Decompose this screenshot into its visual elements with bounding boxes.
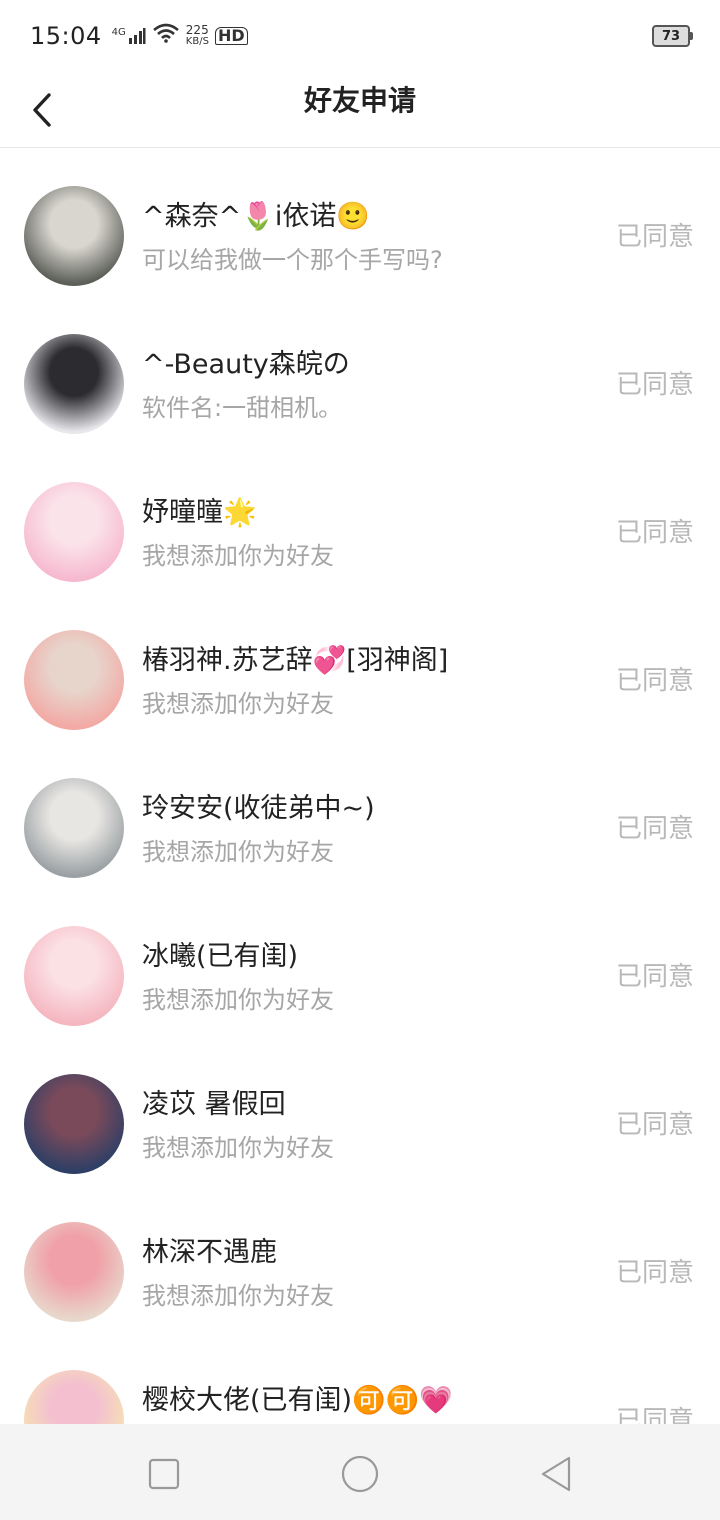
request-message: 我想添加你为好友 <box>142 986 334 1014</box>
friend-request-item[interactable]: ^-Beauty森皖の 软件名:一甜相机。 已同意 <box>0 298 720 446</box>
status-badge: 已同意 <box>615 666 694 696</box>
battery-icon: 73 <box>652 25 693 47</box>
status-badge: 已同意 <box>615 814 694 844</box>
navigation-bar <box>0 1424 720 1520</box>
status-badge: 已同意 <box>615 518 694 548</box>
request-message: 我想添加你为好友 <box>142 542 334 570</box>
avatar[interactable] <box>24 1222 124 1322</box>
friend-request-item[interactable]: ^森奈^🌷i依诺🙂 可以给我做一个那个手写吗? 已同意 <box>0 150 720 298</box>
hd-badge: HD <box>214 27 248 45</box>
status-badge: 已同意 <box>615 1110 694 1140</box>
network-speed: 225 KB/S <box>185 23 209 47</box>
status-bar: 15:04 4G 225 KB/S HD 73 <box>0 0 720 72</box>
battery-level: 73 <box>661 28 681 44</box>
friend-request-item[interactable]: 林深不遇鹿我想添加你为好友 已同意 <box>0 1186 720 1334</box>
avatar[interactable] <box>24 334 124 434</box>
square-icon <box>148 1458 180 1490</box>
status-badge: 已同意 <box>615 962 694 992</box>
requester-name: ^森奈^🌷i依诺🙂 <box>142 201 370 232</box>
status-badge: 已同意 <box>615 370 694 400</box>
network-speed-unit: KB/S <box>185 36 209 47</box>
friend-request-item[interactable]: 凌苡 暑假回我想添加你为好友 已同意 <box>0 1038 720 1186</box>
network-speed-value: 225 <box>185 23 209 37</box>
recent-apps-button[interactable] <box>142 1452 186 1496</box>
request-message: 我想添加你为好友 <box>142 690 334 718</box>
signal-icon: 4G <box>112 27 146 45</box>
requester-name: 妤曈曈🌟 <box>142 497 257 528</box>
status-badge: 已同意 <box>615 222 694 252</box>
page-header: 好友申请 <box>0 72 720 148</box>
back-button[interactable] <box>30 82 74 138</box>
status-bar-left: 15:04 4G 225 KB/S HD <box>30 22 248 50</box>
request-message: 我想添加你为好友 <box>142 838 334 866</box>
avatar[interactable] <box>24 186 124 286</box>
friend-request-list: ^森奈^🌷i依诺🙂 可以给我做一个那个手写吗? 已同意 ^-Beauty森皖の 软件名:… <box>0 150 720 1424</box>
back-nav-button[interactable] <box>534 1452 578 1496</box>
network-label: 4G <box>111 27 126 38</box>
request-message: 我想添加你为好友 <box>142 1282 334 1310</box>
avatar[interactable] <box>24 778 124 878</box>
back-triangle-icon <box>541 1456 571 1492</box>
friend-request-item[interactable]: 冰曦(已有闺) 我想添加你为好友 已同意 <box>0 890 720 1038</box>
friend-request-item[interactable]: 椿羽神.苏艺辞💞[羽神阁] 我想添加你为好友 已同意 <box>0 594 720 742</box>
avatar[interactable] <box>24 926 124 1026</box>
circle-icon <box>341 1455 379 1493</box>
request-message: 软件名:一甜相机。 <box>142 394 343 422</box>
avatar[interactable] <box>24 1074 124 1174</box>
requester-name: 玲安安(收徒弟中~) <box>142 793 375 824</box>
status-badge: 已同意 <box>615 1406 694 1424</box>
home-button[interactable] <box>338 1452 382 1496</box>
avatar[interactable] <box>24 630 124 730</box>
friend-request-item[interactable]: 玲安安(收徒弟中~) 我想添加你为好友 已同意 <box>0 742 720 890</box>
friend-request-item[interactable]: 妤曈曈🌟 我想添加你为好友 已同意 <box>0 446 720 594</box>
status-badge: 已同意 <box>615 1258 694 1288</box>
avatar[interactable] <box>24 482 124 582</box>
avatar[interactable] <box>24 1370 124 1424</box>
page-title: 好友申请 <box>303 84 416 117</box>
requester-name: 樱校大佬(已有闺)🉑🉑💗 <box>142 1385 453 1416</box>
requester-name: 林深不遇鹿 <box>142 1237 277 1268</box>
friend-request-item[interactable]: 樱校大佬(已有闺)🉑🉑💗 已同意 <box>0 1334 720 1424</box>
status-time: 15:04 <box>30 22 102 50</box>
chevron-left-icon <box>33 93 51 127</box>
requester-name: ^-Beauty森皖の <box>142 349 350 380</box>
wifi-icon <box>152 23 180 49</box>
requester-name: 凌苡 暑假回 <box>142 1089 286 1120</box>
request-message: 可以给我做一个那个手写吗? <box>142 246 443 274</box>
requester-name: 冰曦(已有闺) <box>142 941 299 972</box>
requester-name: 椿羽神.苏艺辞💞[羽神阁] <box>142 645 449 676</box>
request-message: 我想添加你为好友 <box>142 1134 334 1162</box>
